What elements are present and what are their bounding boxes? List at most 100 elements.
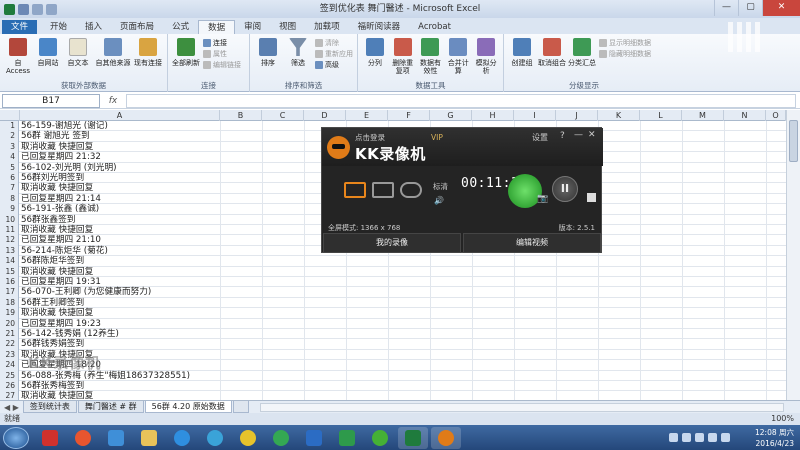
cell-a[interactable]: 已回复星期四 21:32 xyxy=(21,152,101,162)
row-number[interactable]: 15 xyxy=(0,266,19,277)
cell-a[interactable]: 56-214-陈炬华 (菊花) xyxy=(21,246,108,256)
column-header-g[interactable]: G xyxy=(430,110,472,121)
column-header-m[interactable]: M xyxy=(682,110,724,121)
consolidate-button[interactable]: 合并计算 xyxy=(444,36,472,80)
row-number[interactable]: 23 xyxy=(0,349,19,361)
cell-a[interactable]: 56群陈炬华签到 xyxy=(21,256,84,266)
pause-button[interactable]: II xyxy=(552,176,578,202)
row-number[interactable]: 16 xyxy=(0,277,19,288)
name-box[interactable]: B17 xyxy=(2,93,100,108)
tab-home[interactable]: 开始 xyxy=(41,20,76,34)
tab-view[interactable]: 视图 xyxy=(270,20,305,34)
cell-a[interactable]: 56群钱秀娟签到 xyxy=(21,339,84,349)
row-number[interactable]: 11 xyxy=(0,225,19,236)
taskbar-app-3[interactable] xyxy=(101,427,131,449)
remove-duplicates-button[interactable]: 删除重复项 xyxy=(389,36,417,80)
column-header-h[interactable]: H xyxy=(472,110,514,121)
sheet-nav-buttons[interactable]: ◀ ▶ xyxy=(0,403,23,412)
cell-a[interactable]: 已回复星期四 21:14 xyxy=(21,194,101,204)
column-header-c[interactable]: C xyxy=(262,110,304,121)
zoom-level[interactable]: 100% xyxy=(771,413,794,425)
row-number[interactable]: 21 xyxy=(0,329,19,340)
cell-a[interactable]: 56-191-张鑫 (鑫诚) xyxy=(21,204,99,214)
tab-review[interactable]: 审阅 xyxy=(235,20,270,34)
camera-icon[interactable]: 📷 xyxy=(537,194,548,204)
from-access-button[interactable]: 自 Access xyxy=(3,36,33,80)
select-all-corner[interactable] xyxy=(0,110,20,121)
reapply-button[interactable]: 重新应用 xyxy=(315,49,353,58)
subtotal-button[interactable]: 分类汇总 xyxy=(567,36,597,80)
insert-sheet-button[interactable] xyxy=(232,401,249,413)
column-header-j[interactable]: J xyxy=(556,110,598,121)
clock[interactable]: 12:08 周六 2016/4/23 xyxy=(755,425,794,450)
row-number[interactable]: 10 xyxy=(0,214,19,225)
tab-data[interactable]: 数据 xyxy=(198,20,236,34)
cell-a[interactable]: 取消收藏 快捷回复 xyxy=(21,391,93,400)
tray-icon[interactable] xyxy=(669,433,678,442)
column-header-d[interactable]: D xyxy=(304,110,346,121)
row-number[interactable]: 2 xyxy=(0,131,19,142)
taskbar-app-8[interactable] xyxy=(266,427,296,449)
edit-video-button[interactable]: 编辑视频 xyxy=(463,233,601,253)
data-validation-button[interactable]: 数据有效性 xyxy=(417,36,445,80)
tray-icon[interactable] xyxy=(695,433,704,442)
kk-vip-badge[interactable]: VIP xyxy=(431,133,443,142)
row-number[interactable]: 3 xyxy=(0,141,19,153)
row-number[interactable]: 14 xyxy=(0,256,19,267)
sheet-tab-raw-data[interactable]: 56群 4.20 原始数据 xyxy=(144,401,232,413)
advanced-button[interactable]: 高级 xyxy=(315,60,353,69)
kk-close-button[interactable]: ✕ xyxy=(588,130,596,140)
row-number[interactable]: 25 xyxy=(0,370,19,381)
start-button[interactable] xyxy=(3,426,29,449)
maximize-button[interactable]: ▢ xyxy=(738,0,762,16)
from-text-button[interactable]: 自文本 xyxy=(63,36,93,80)
screen-mode-icon[interactable] xyxy=(344,182,366,198)
row-number[interactable]: 1 xyxy=(0,121,19,132)
taskbar-chrome[interactable] xyxy=(233,427,263,449)
window-mode-icon[interactable] xyxy=(372,182,394,198)
column-header-b[interactable]: B xyxy=(220,110,262,121)
row-number[interactable]: 6 xyxy=(0,173,19,184)
column-header-f[interactable]: F xyxy=(388,110,430,121)
cell-a[interactable]: 取消收藏 快捷回复 xyxy=(21,183,93,193)
taskbar-search[interactable] xyxy=(200,427,230,449)
cell-a[interactable]: 56-142-钱秀娟 (12养生) xyxy=(21,329,119,339)
from-other-sources-button[interactable]: 自其他来源 xyxy=(93,36,133,80)
cell-a[interactable]: 56-070-王利卿 (为您健康而努力) xyxy=(21,287,151,297)
formula-input[interactable] xyxy=(126,93,796,108)
column-header-e[interactable]: E xyxy=(346,110,388,121)
cell-a[interactable]: 已回复星期四 19:31 xyxy=(21,277,101,287)
minimize-button[interactable]: — xyxy=(714,0,738,16)
my-recordings-button[interactable]: 我的录像 xyxy=(323,233,461,253)
row-number[interactable]: 9 xyxy=(0,204,19,215)
taskbar-wechat[interactable] xyxy=(365,427,395,449)
tab-foxit-reader[interactable]: 福昕阅读器 xyxy=(349,20,410,34)
row-number[interactable]: 24 xyxy=(0,360,19,371)
tab-acrobat[interactable]: Acrobat xyxy=(409,20,460,34)
taskbar-app-1[interactable] xyxy=(35,427,65,449)
cell-a[interactable]: 取消收藏 快捷回复 xyxy=(21,142,93,152)
column-header-a[interactable]: A xyxy=(20,110,220,121)
row-number[interactable]: 20 xyxy=(0,318,19,329)
gamepad-icon[interactable] xyxy=(400,182,422,198)
existing-connections-button[interactable]: 现有连接 xyxy=(133,36,163,80)
taskbar-wps-sheet[interactable] xyxy=(332,427,362,449)
refresh-all-button[interactable]: 全部刷新 xyxy=(171,36,201,80)
taskbar-excel[interactable] xyxy=(398,426,428,449)
column-header-i[interactable]: I xyxy=(514,110,556,121)
kk-login-link[interactable]: 点击登录 xyxy=(355,132,385,143)
row-number[interactable]: 13 xyxy=(0,245,19,257)
row-number[interactable]: 5 xyxy=(0,162,19,173)
column-header-n[interactable]: N xyxy=(724,110,766,121)
tab-insert[interactable]: 插入 xyxy=(76,20,111,34)
row-number[interactable]: 19 xyxy=(0,308,19,319)
horizontal-scrollbar[interactable] xyxy=(259,402,784,412)
tab-page-layout[interactable]: 页面布局 xyxy=(111,20,163,34)
scrollbar-thumb[interactable] xyxy=(789,120,798,162)
stop-button[interactable] xyxy=(587,193,596,202)
show-detail-button[interactable]: 显示明细数据 xyxy=(599,38,651,47)
cell-a[interactable]: 56群刘光明签到 xyxy=(21,173,84,183)
taskbar-media-player[interactable] xyxy=(68,427,98,449)
insert-function-button[interactable]: fx xyxy=(100,96,126,106)
tray-icon[interactable] xyxy=(682,433,691,442)
